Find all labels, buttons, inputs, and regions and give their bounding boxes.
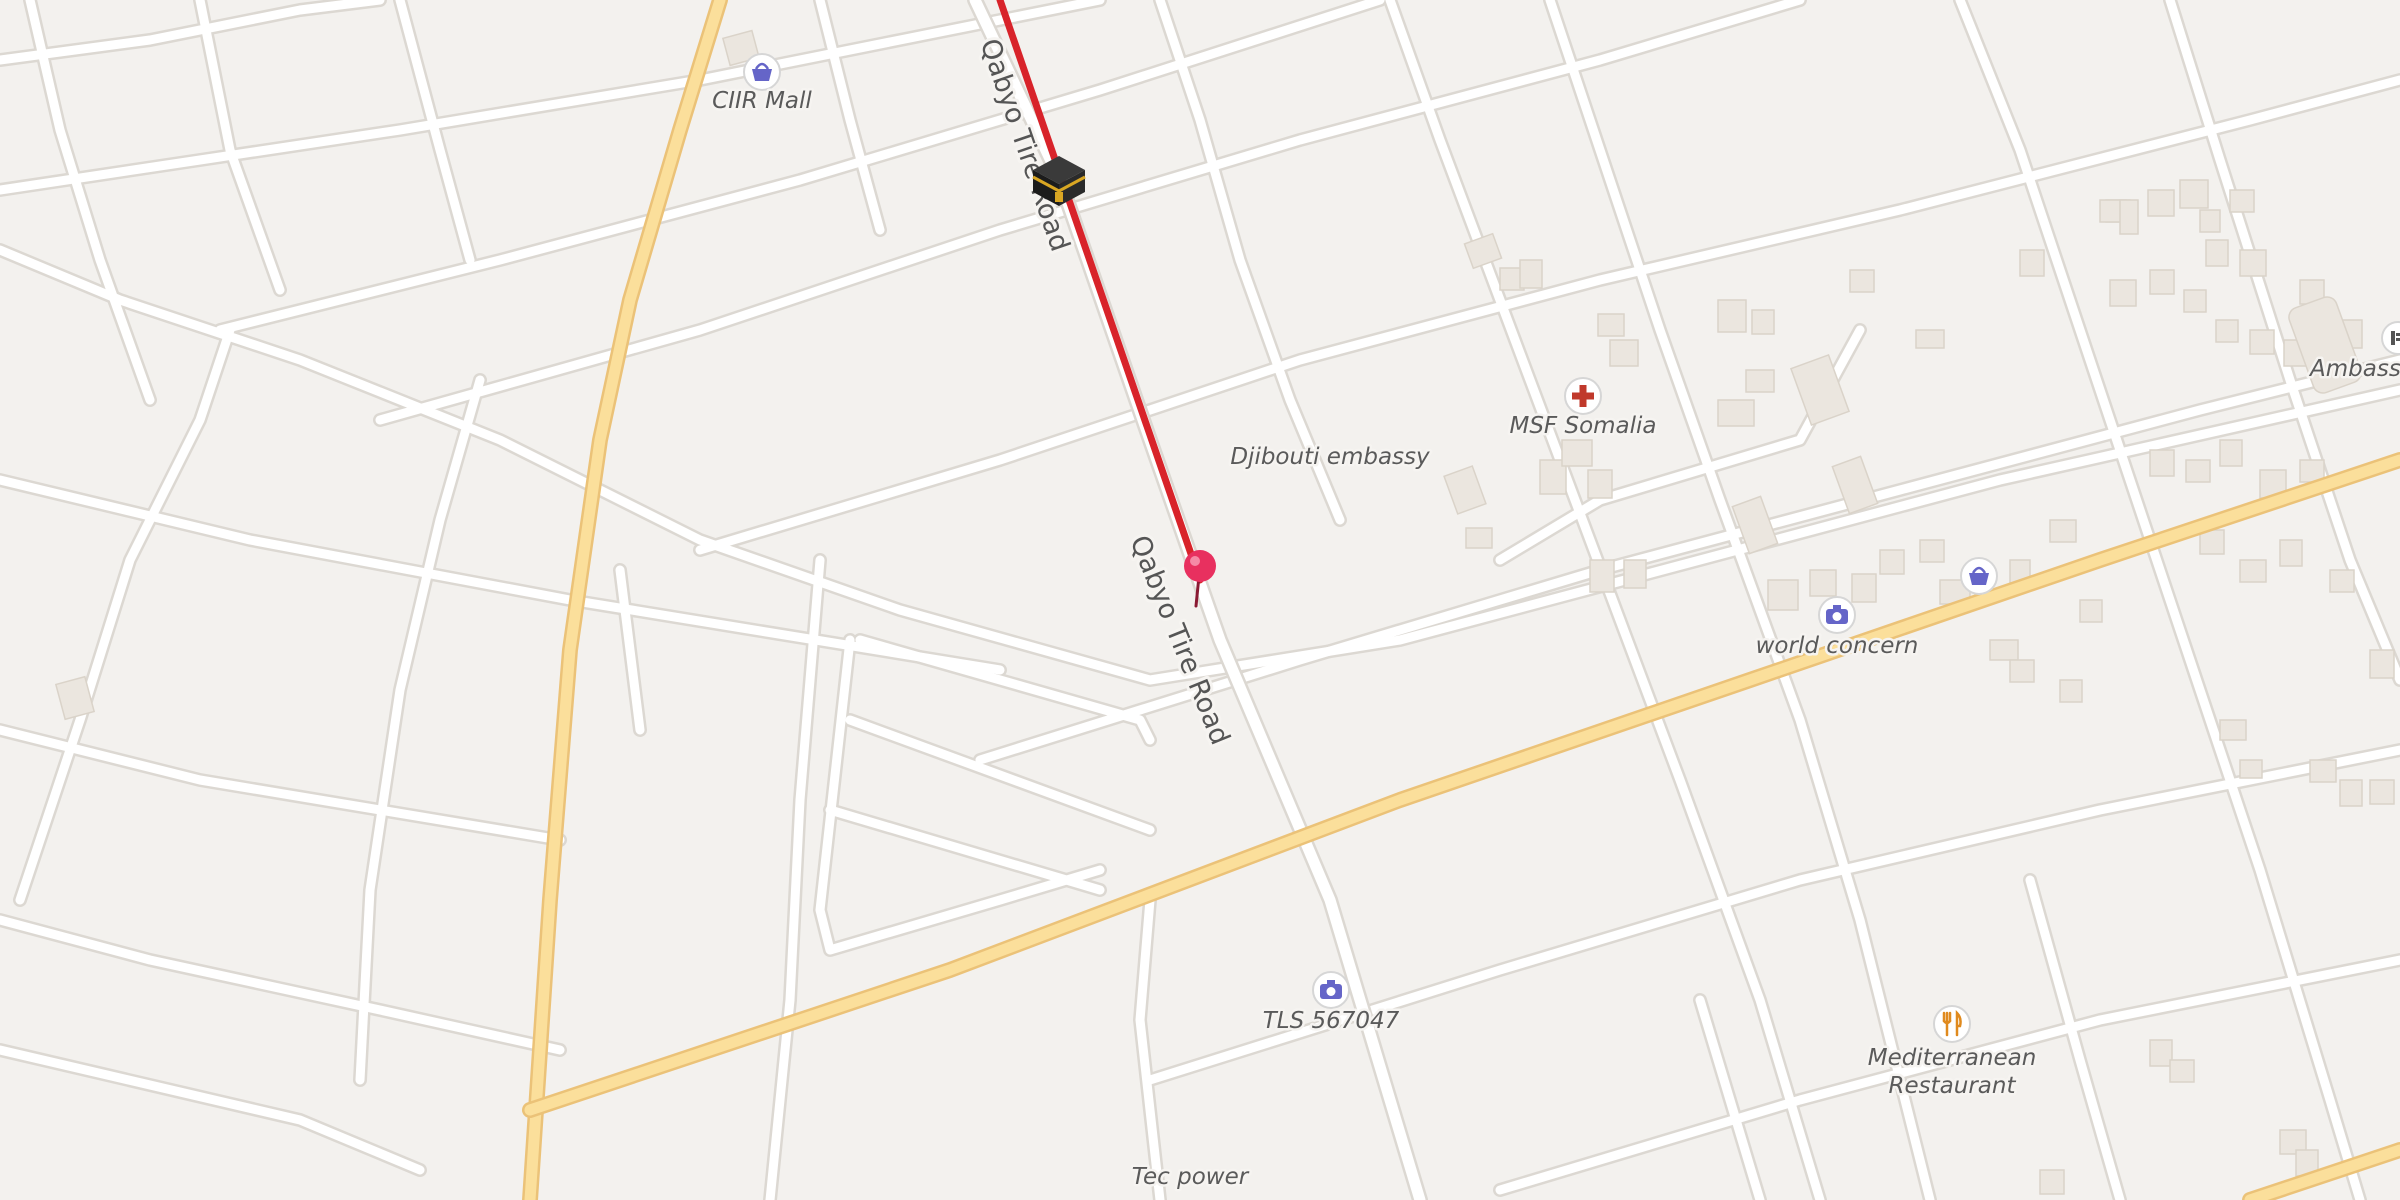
place-label-msf-somalia: MSF Somalia bbox=[1509, 413, 1656, 439]
msf-somalia-icon-marker[interactable] bbox=[1564, 377, 1602, 415]
map-canvas[interactable]: Qabyo Tire Road Qabyo Tire Road CIIR Mal… bbox=[0, 0, 2400, 1200]
ciir-mall-icon-marker[interactable] bbox=[743, 53, 781, 91]
place-label-ciir-mall: CIIR Mall bbox=[712, 88, 812, 114]
place-label-ambassador: Ambassa bbox=[2308, 356, 2400, 382]
world-concern-icon-marker[interactable] bbox=[1818, 596, 1856, 634]
place-label-djibouti-embassy: Djibouti embassy bbox=[1230, 444, 1430, 470]
mediterranean-restaurant-icon-marker[interactable] bbox=[1933, 1005, 1971, 1043]
shop-icon-marker[interactable] bbox=[1960, 557, 1998, 595]
place-label-world-concern: world concern bbox=[1756, 633, 1919, 659]
place-label-mediterranean: Mediterranean bbox=[1868, 1045, 2037, 1071]
place-label-tls-567047: TLS 567047 bbox=[1263, 1008, 1400, 1034]
tls-567047-icon-marker[interactable] bbox=[1312, 971, 1350, 1009]
place-label-tec-power: Tec power bbox=[1132, 1164, 1250, 1190]
place-label-restaurant: Restaurant bbox=[1889, 1073, 2017, 1099]
